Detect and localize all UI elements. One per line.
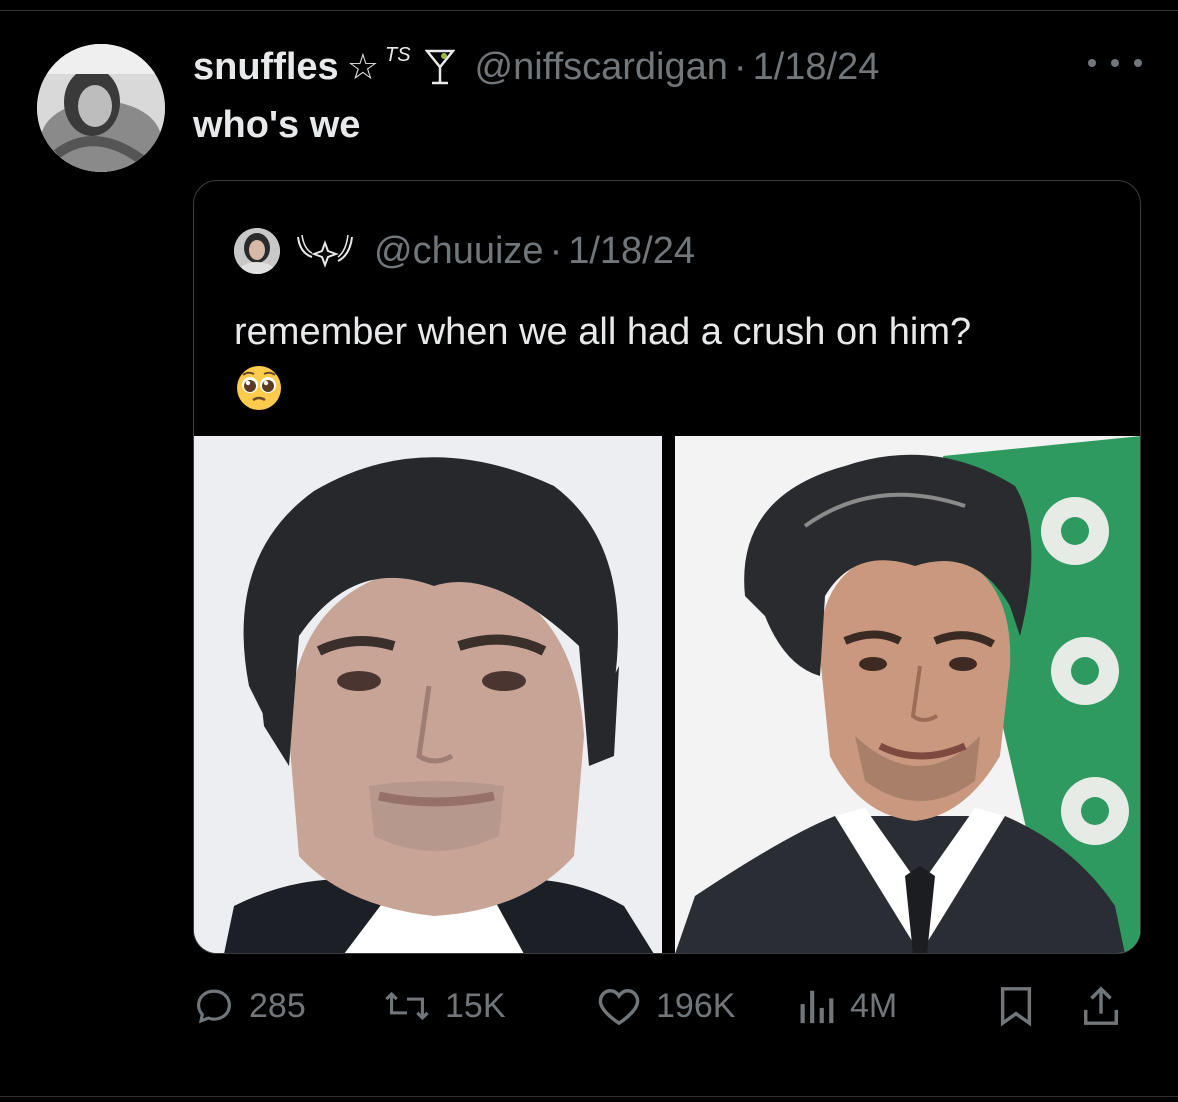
top-divider <box>0 10 1178 11</box>
tweet-date[interactable]: 1/18/24 <box>753 46 880 89</box>
author-handle[interactable]: @niffscardigan <box>475 46 728 89</box>
views-button[interactable]: 4M <box>796 978 897 1034</box>
author-avatar[interactable] <box>37 44 165 172</box>
reply-count: 285 <box>249 986 306 1025</box>
tweet-header: snuffles ☆ TS @niffscardigan · 1/18/24 <box>193 42 879 92</box>
like-count: 196K <box>656 986 736 1025</box>
like-icon <box>596 985 642 1027</box>
star-icon: ☆ <box>346 46 379 87</box>
like-button[interactable]: 196K <box>596 978 735 1034</box>
views-count: 4M <box>850 986 898 1025</box>
quoted-separator-dot: · <box>549 229 563 272</box>
views-icon <box>796 985 836 1027</box>
reply-icon <box>193 985 235 1027</box>
tweet-actions: 285 15K 196K 4M <box>193 978 1143 1034</box>
quoted-author-avatar[interactable] <box>234 228 280 274</box>
more-icon[interactable] <box>1088 48 1142 78</box>
wings-sparkle-icon <box>294 231 356 271</box>
author-name[interactable]: snuffles <box>193 46 339 89</box>
quoted-tweet-header: @chuuize · 1/18/24 <box>234 226 695 276</box>
martini-icon <box>424 47 455 87</box>
share-button[interactable] <box>1081 978 1121 1034</box>
pleading-face-icon <box>234 363 284 413</box>
bookmark-button[interactable] <box>998 978 1034 1034</box>
quoted-photo-right[interactable] <box>675 436 1140 953</box>
share-icon <box>1081 985 1121 1027</box>
repost-count: 15K <box>445 986 506 1025</box>
bookmark-icon <box>998 985 1034 1027</box>
reply-button[interactable]: 285 <box>193 978 306 1034</box>
quoted-author-handle[interactable]: @chuuize <box>374 230 544 273</box>
tweet-text: who's we <box>193 104 361 146</box>
author-badge-text: TS <box>384 43 411 66</box>
repost-icon <box>383 985 431 1027</box>
quoted-tweet-text: remember when we all had a crush on him? <box>234 311 972 353</box>
repost-button[interactable]: 15K <box>383 978 506 1034</box>
separator-dot: · <box>733 45 747 88</box>
quoted-tweet-card[interactable]: @chuuize · 1/18/24 remember when we all … <box>193 180 1141 954</box>
quoted-tweet-date[interactable]: 1/18/24 <box>568 230 695 273</box>
bottom-divider <box>0 1096 1178 1097</box>
quoted-photo-left[interactable] <box>194 436 662 953</box>
